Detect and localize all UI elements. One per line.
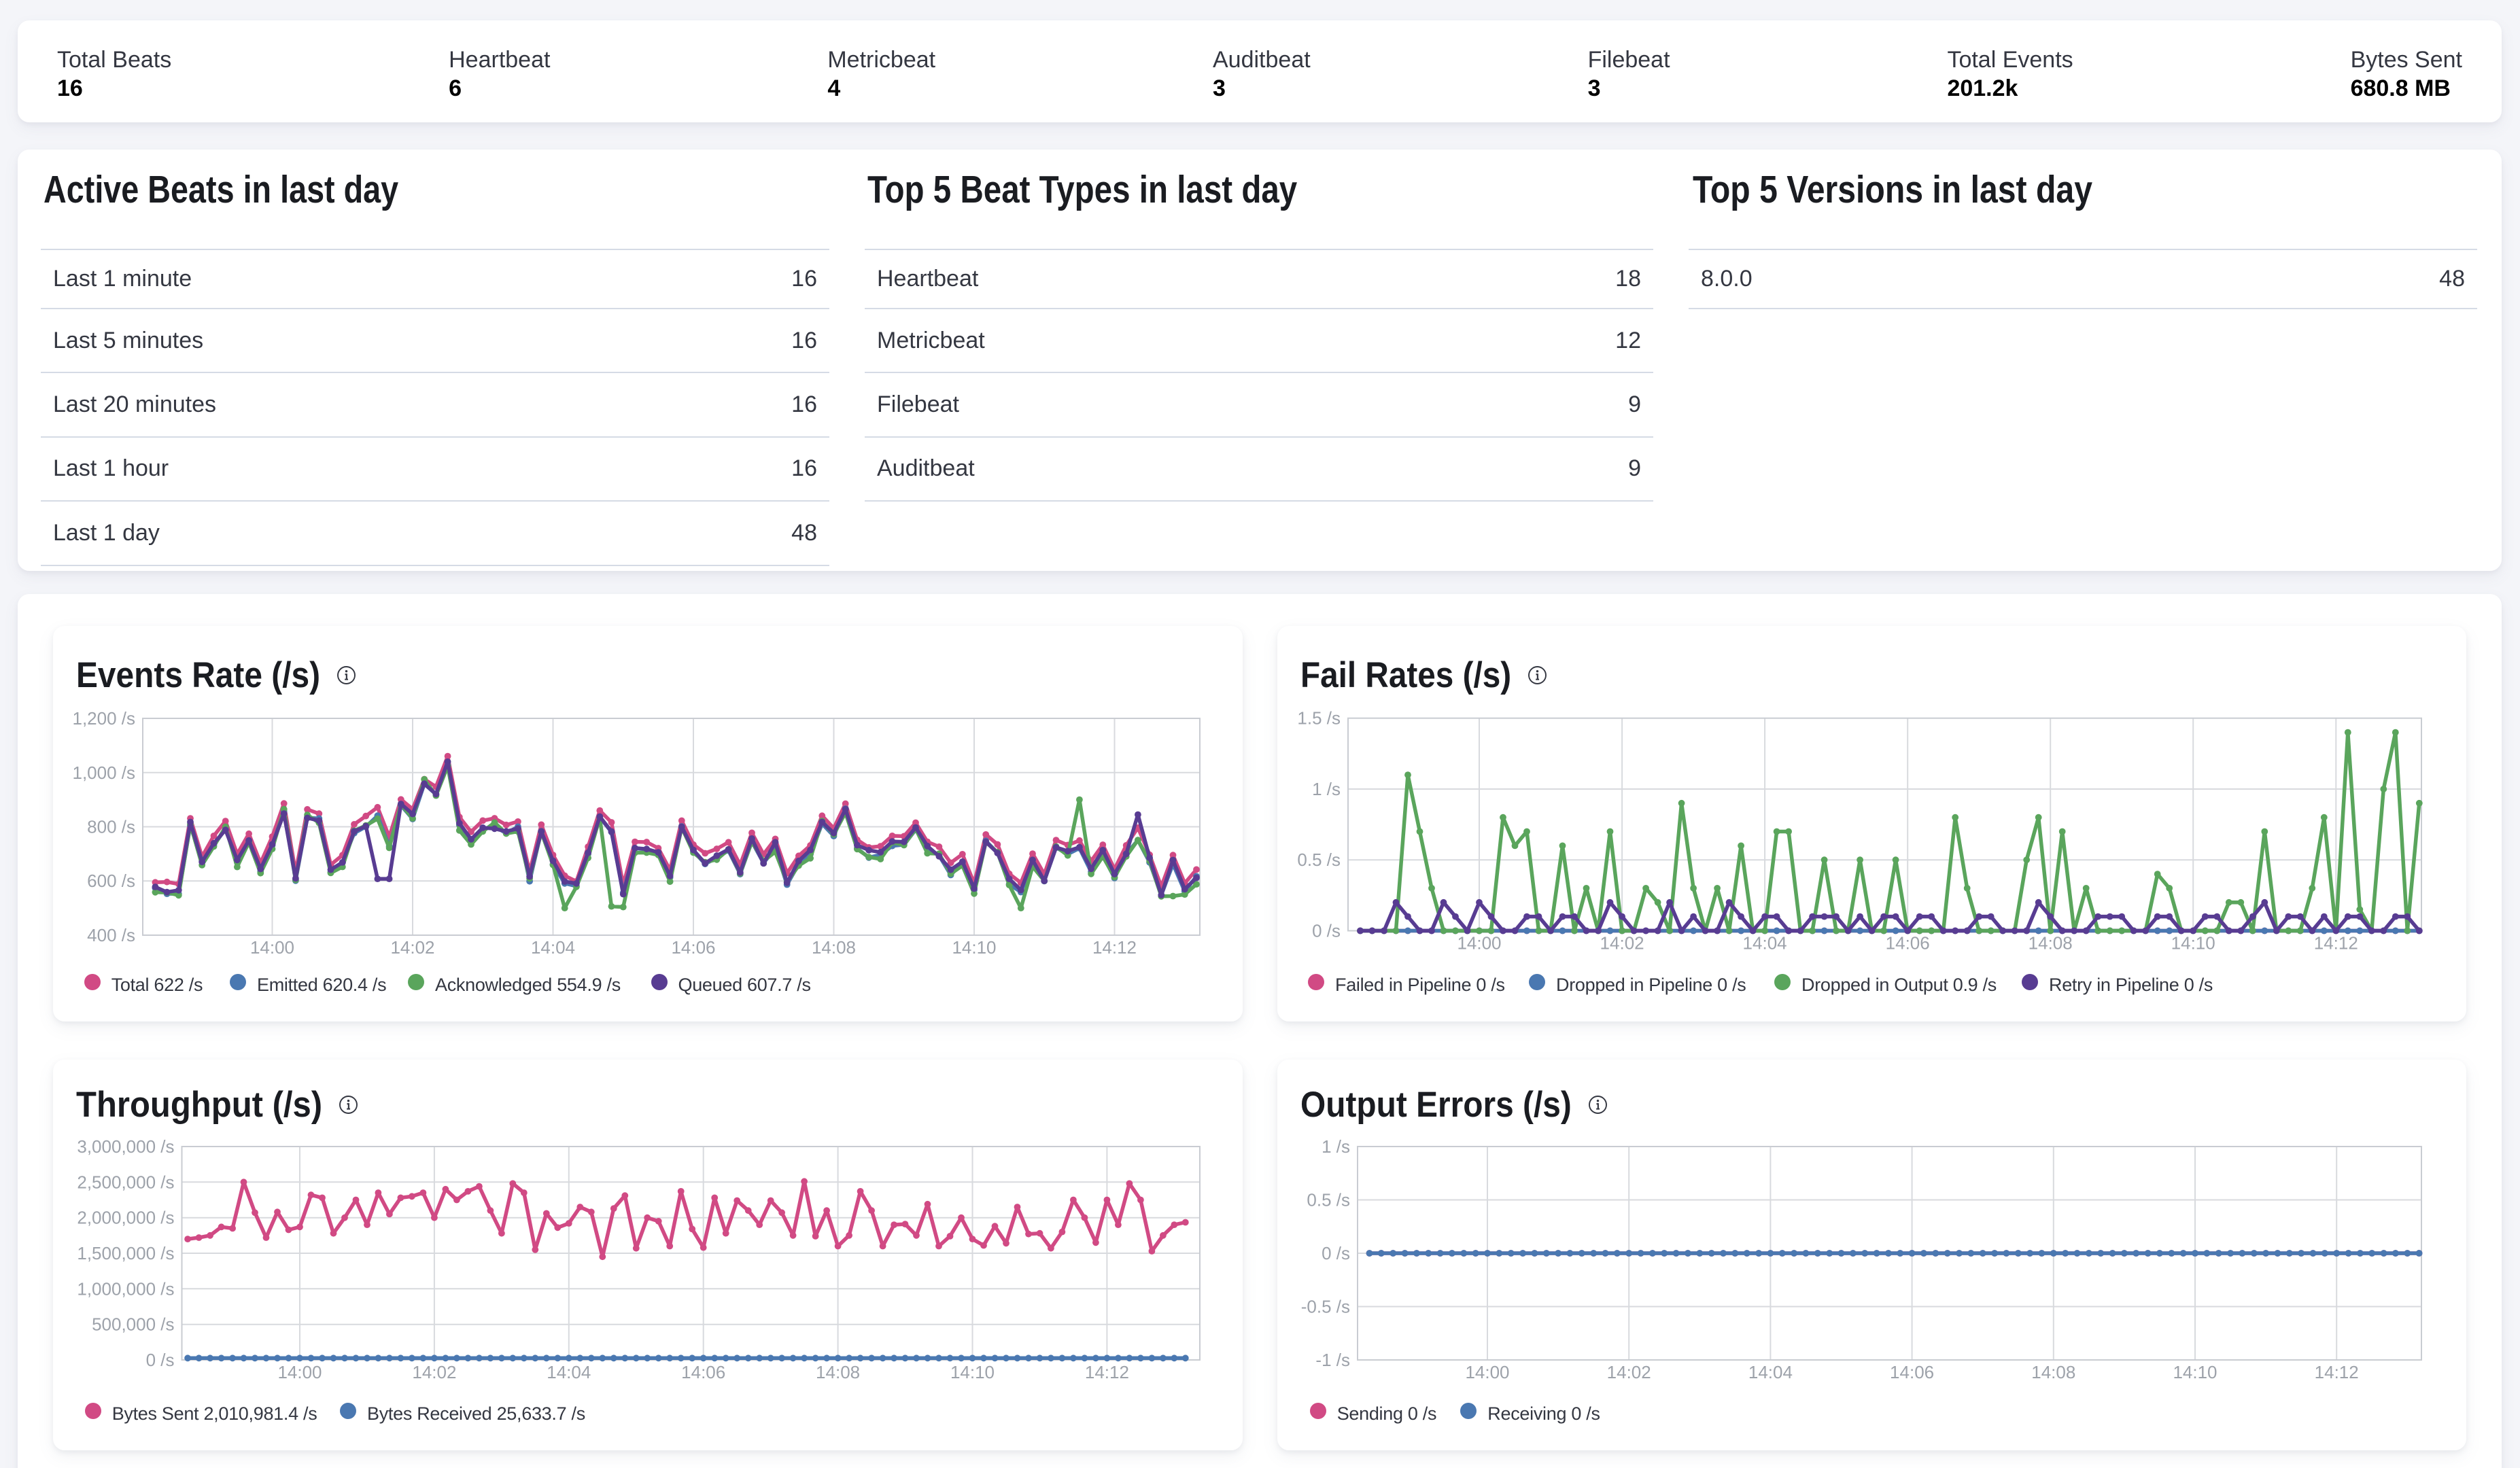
svg-text:1,000,000 /s: 1,000,000 /s: [77, 1278, 174, 1299]
svg-text:2,500,000 /s: 2,500,000 /s: [77, 1172, 174, 1192]
svg-text:-1 /s: -1 /s: [1315, 1350, 1350, 1370]
svg-text:14:06: 14:06: [671, 937, 715, 958]
svg-text:14:08: 14:08: [2031, 1362, 2075, 1382]
svg-text:800 /s: 800 /s: [87, 817, 135, 837]
svg-text:0.5 /s: 0.5 /s: [1297, 850, 1341, 870]
svg-text:14:12: 14:12: [2315, 1362, 2359, 1382]
svg-text:14:08: 14:08: [2029, 933, 2073, 954]
svg-text:1 /s: 1 /s: [1322, 1136, 1350, 1157]
svg-text:14:10: 14:10: [950, 1362, 995, 1382]
svg-text:14:12: 14:12: [1092, 937, 1137, 958]
svg-text:1,200 /s: 1,200 /s: [72, 708, 135, 729]
svg-text:14:00: 14:00: [1457, 933, 1501, 954]
svg-text:3,000,000 /s: 3,000,000 /s: [77, 1136, 174, 1157]
svg-text:14:04: 14:04: [1743, 933, 1787, 954]
svg-text:400 /s: 400 /s: [87, 925, 135, 945]
svg-text:0 /s: 0 /s: [1322, 1243, 1350, 1263]
svg-text:14:00: 14:00: [250, 937, 294, 958]
svg-text:1 /s: 1 /s: [1312, 779, 1341, 799]
svg-text:14:06: 14:06: [1890, 1362, 1934, 1382]
svg-text:1.5 /s: 1.5 /s: [1297, 708, 1341, 729]
svg-text:14:10: 14:10: [2173, 1362, 2217, 1382]
svg-text:1,500,000 /s: 1,500,000 /s: [77, 1243, 174, 1263]
svg-text:2,000,000 /s: 2,000,000 /s: [77, 1208, 174, 1228]
svg-text:14:00: 14:00: [1465, 1362, 1509, 1382]
svg-text:600 /s: 600 /s: [87, 871, 135, 891]
svg-text:0.5 /s: 0.5 /s: [1307, 1190, 1350, 1210]
svg-text:14:08: 14:08: [812, 937, 856, 958]
svg-text:500,000 /s: 500,000 /s: [92, 1314, 174, 1335]
svg-text:14:02: 14:02: [390, 937, 434, 958]
svg-text:0 /s: 0 /s: [1312, 921, 1341, 941]
svg-text:-0.5 /s: -0.5 /s: [1301, 1297, 1350, 1317]
svg-text:14:02: 14:02: [412, 1362, 456, 1382]
svg-text:14:10: 14:10: [952, 937, 996, 958]
svg-text:14:12: 14:12: [2314, 933, 2358, 954]
svg-text:14:08: 14:08: [816, 1362, 860, 1382]
svg-text:14:06: 14:06: [681, 1362, 725, 1382]
svg-text:14:12: 14:12: [1085, 1362, 1129, 1382]
svg-text:14:10: 14:10: [2171, 933, 2215, 954]
svg-text:14:04: 14:04: [1748, 1362, 1793, 1382]
svg-text:14:06: 14:06: [1886, 933, 1930, 954]
svg-text:14:04: 14:04: [531, 937, 575, 958]
svg-text:1,000 /s: 1,000 /s: [72, 763, 135, 783]
svg-text:14:00: 14:00: [277, 1362, 322, 1382]
svg-text:14:02: 14:02: [1607, 1362, 1651, 1382]
svg-text:0 /s: 0 /s: [146, 1350, 175, 1370]
svg-text:14:02: 14:02: [1600, 933, 1644, 954]
svg-text:14:04: 14:04: [547, 1362, 591, 1382]
